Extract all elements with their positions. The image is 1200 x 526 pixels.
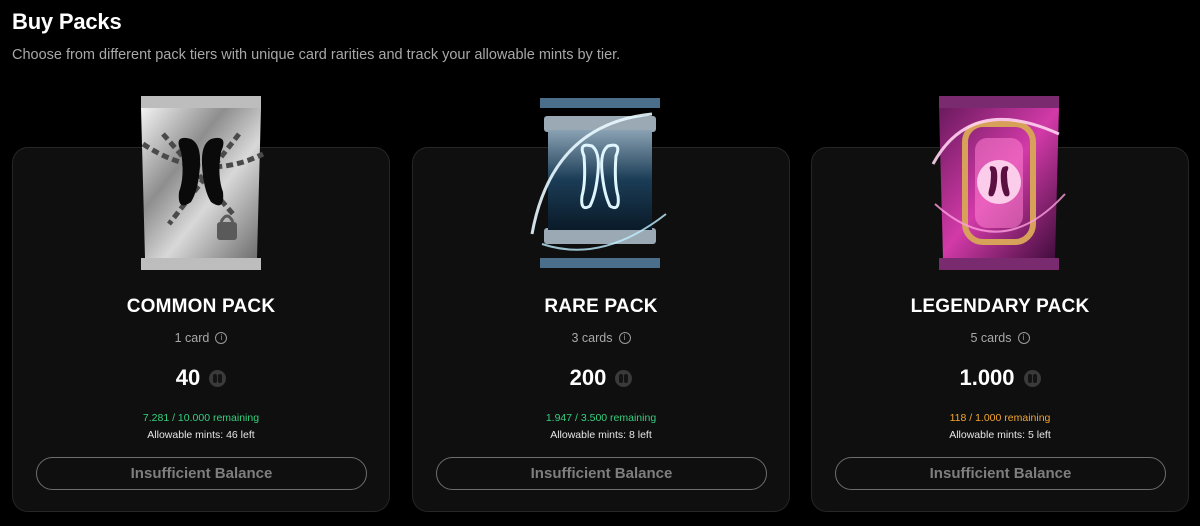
pack-name: COMMON PACK (126, 296, 276, 317)
common-pack-image (133, 94, 269, 272)
price-row: 40 (13, 365, 389, 391)
card-count-label: 5 cards (970, 331, 1012, 345)
page-subtitle: Choose from different pack tiers with un… (12, 47, 621, 63)
pack-card-count: 3 cards i (413, 331, 789, 345)
pack-price: 1.000 (959, 365, 1015, 390)
info-icon[interactable]: i (618, 332, 631, 344)
info-icon[interactable]: i (1017, 332, 1030, 344)
coin-icon (209, 369, 227, 387)
page-title: Buy Packs (12, 9, 122, 34)
price-row: 1.000 (812, 365, 1188, 391)
remaining-supply: 118 / 1.000 remaining (949, 412, 1051, 424)
rare-pack-image (530, 94, 668, 272)
legendary-pack-image (931, 94, 1067, 272)
card-count-label: 3 cards (571, 331, 613, 345)
pack-card-count: 1 card i (13, 331, 389, 345)
pack-name: RARE PACK (544, 296, 658, 317)
remaining-supply: 1.947 / 3.500 remaining (545, 412, 657, 424)
coin-icon (1023, 369, 1041, 387)
coin-icon (615, 369, 633, 387)
buy-packs-page: Buy Packs Choose from different pack tie… (0, 0, 1200, 526)
remaining-supply: 7.281 / 10.000 remaining (142, 412, 260, 424)
insufficient-balance-button[interactable]: Insufficient Balance (436, 457, 767, 490)
card-count-label: 1 card (174, 331, 210, 345)
insufficient-balance-button[interactable]: Insufficient Balance (835, 457, 1166, 490)
pack-card-count: 5 cards i (812, 331, 1188, 345)
price-row: 200 (413, 365, 789, 391)
allowable-mints: Allowable mints: 46 left (147, 429, 255, 441)
pack-price: 200 (569, 365, 607, 390)
allowable-mints: Allowable mints: 8 left (550, 429, 652, 441)
insufficient-balance-button[interactable]: Insufficient Balance (36, 457, 367, 490)
pack-name: LEGENDARY PACK (910, 296, 1090, 317)
pack-price: 40 (175, 365, 201, 390)
allowable-mints: Allowable mints: 5 left (949, 429, 1051, 441)
info-icon[interactable]: i (215, 332, 228, 344)
